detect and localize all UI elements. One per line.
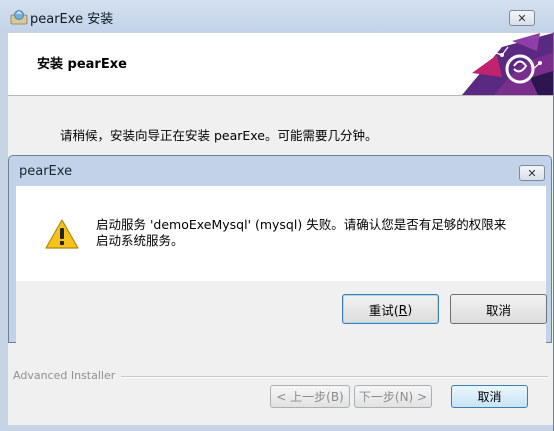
advanced-installer-logo-icon (462, 33, 553, 95)
wizard-cancel-button[interactable]: 取消 (451, 385, 528, 408)
retry-mnemonic: R (398, 301, 408, 317)
dialog-message: 启动服务 'demoExeMysql' (mysql) 失败。请确认您是否有足够… (96, 217, 536, 249)
retry-label-suffix: ) (407, 301, 413, 317)
installer-window: pearExe 安装 ✕ 安装 pearExe 请稍候，安装向导正在安装 pea… (0, 0, 554, 431)
error-dialog: pearExe ✕ 启动服务 'demoExeMysql' (mysql) 失败… (8, 155, 552, 343)
warning-icon (45, 219, 79, 249)
dialog-message-line-1: 启动服务 'demoExeMysql' (mysql) 失败。请确认您是否有足够… (96, 217, 507, 232)
retry-button[interactable]: 重试(R) (342, 294, 439, 324)
branding-line: Advanced Installer (8, 369, 553, 383)
branding-divider (118, 376, 548, 378)
progress-message: 请稍候，安装向导正在安装 pearExe。可能需要几分钟。 (60, 128, 378, 143)
dialog-message-line-2: 启动系统服务。 (96, 233, 184, 248)
window-title: pearExe 安装 (30, 12, 114, 27)
next-button[interactable]: 下一步(N) > (354, 385, 432, 408)
back-button[interactable]: < 上一步(B) (270, 385, 350, 408)
retry-label-prefix: 重试( (368, 302, 399, 318)
dialog-title: pearExe (19, 164, 73, 179)
close-icon: ✕ (517, 11, 527, 25)
window-title-bar[interactable]: pearExe 安装 ✕ (0, 0, 554, 32)
branding-text: Advanced Installer (13, 369, 122, 382)
app-icon (10, 10, 28, 25)
close-icon: ✕ (527, 166, 537, 180)
wizard-header-title: 安装 pearExe (37, 57, 127, 72)
dialog-footer: 重试(R) 取消 (16, 281, 547, 343)
wizard-header: 安装 pearExe (8, 33, 553, 96)
dialog-body: 启动服务 'demoExeMysql' (mysql) 失败。请确认您是否有足够… (16, 186, 546, 281)
dialog-title-bar[interactable]: pearExe ✕ (9, 156, 551, 186)
window-close-button[interactable]: ✕ (509, 10, 535, 26)
dialog-close-button[interactable]: ✕ (519, 165, 545, 181)
dialog-cancel-button[interactable]: 取消 (450, 294, 547, 324)
